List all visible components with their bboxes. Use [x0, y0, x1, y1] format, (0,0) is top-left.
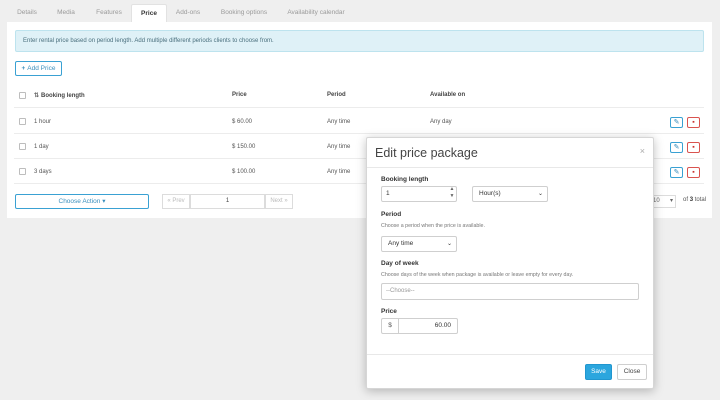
row-checkbox[interactable] [19, 168, 26, 175]
tab-booking-options[interactable]: Booking options [212, 4, 276, 22]
edit-row-button[interactable]: ✎ [670, 142, 683, 153]
booking-length-input[interactable]: 1 [381, 186, 457, 202]
modal-header-divider [367, 167, 653, 168]
chevron-down-icon: ⌄ [446, 241, 452, 247]
day-of-week-select[interactable]: --Choose-- [381, 283, 639, 300]
row-booking-length: 1 day [34, 144, 49, 150]
header-period: Period [327, 92, 346, 98]
row-available-on: Any day [430, 119, 452, 125]
row-period: Any time [327, 169, 351, 175]
select-all-checkbox[interactable] [19, 92, 26, 99]
chevron-down-icon: ⌄ [537, 191, 543, 197]
next-page-button[interactable]: Next » [265, 194, 293, 209]
unit-select[interactable]: Hour(s) ⌄ [472, 186, 548, 202]
chevron-up-icon[interactable]: ▲ [448, 186, 456, 193]
modal-footer-divider [367, 354, 653, 355]
booking-length-label: Booking length [381, 176, 429, 183]
sort-icon: ⇅ [34, 93, 40, 99]
day-of-week-label: Day of week [381, 260, 419, 267]
header-price: Price [232, 92, 247, 98]
day-of-week-help: Choose days of the week when package is … [381, 272, 574, 278]
delete-row-button[interactable]: ▪ [687, 117, 700, 128]
row-checkbox[interactable] [19, 143, 26, 150]
add-price-label: Add Price [27, 65, 56, 72]
edit-row-button[interactable]: ✎ [670, 167, 683, 178]
tab-features[interactable]: Features [86, 4, 132, 22]
pencil-icon: ✎ [673, 144, 680, 151]
period-label: Period [381, 211, 402, 218]
trash-icon: ▪ [692, 144, 695, 151]
add-price-button[interactable]: + Add Price [15, 61, 62, 76]
prev-page-button[interactable]: « Prev [162, 194, 190, 209]
caret-down-icon: ▾ [102, 198, 106, 205]
modal-title: Edit price package [375, 146, 478, 160]
chevron-down-icon[interactable]: ▼ [448, 193, 456, 200]
delete-row-button[interactable]: ▪ [687, 142, 700, 153]
tab-availability-calendar[interactable]: Availability calendar [280, 4, 352, 22]
row-booking-length: 1 hour [34, 119, 52, 125]
price-input[interactable]: 60.00 [398, 318, 458, 334]
close-icon[interactable]: × [640, 146, 645, 156]
period-select[interactable]: Any time ⌄ [381, 236, 457, 252]
price-label: Price [381, 308, 397, 315]
edit-price-modal: Edit price package × Booking length 1 ▲ … [366, 137, 654, 389]
row-price: $ 60.00 [232, 119, 253, 125]
row-booking-length: 3 days [34, 169, 52, 175]
tab-bar: Details Media Features Price Add-ons Boo… [0, 0, 720, 22]
pencil-icon: ✎ [673, 119, 680, 126]
period-help: Choose a period when the price is availa… [381, 223, 485, 229]
info-alert: Enter rental price based on period lengt… [15, 30, 704, 52]
row-price: $ 100.00 [232, 169, 256, 175]
trash-icon: ▪ [692, 119, 695, 126]
edit-row-button[interactable]: ✎ [670, 117, 683, 128]
row-period: Any time [327, 144, 351, 150]
currency-addon: $ [381, 318, 398, 334]
pencil-icon: ✎ [673, 169, 680, 176]
total-count: of 3 total [683, 197, 707, 203]
tab-add-ons[interactable]: Add-ons [168, 4, 208, 22]
tab-details[interactable]: Details [8, 4, 46, 22]
row-divider [14, 133, 704, 134]
number-stepper[interactable]: ▲ ▼ [448, 186, 456, 202]
trash-icon: ▪ [692, 169, 695, 176]
row-period: Any time [327, 119, 351, 125]
header-divider [14, 107, 704, 108]
page-number-input[interactable]: 1 [190, 194, 265, 209]
delete-row-button[interactable]: ▪ [687, 167, 700, 178]
tab-media[interactable]: Media [48, 4, 84, 22]
choose-action-button[interactable]: Choose Action ▾ [15, 194, 149, 209]
row-price: $ 150.00 [232, 144, 256, 150]
row-checkbox[interactable] [19, 118, 26, 125]
plus-icon: + [21, 65, 26, 72]
header-booking-length[interactable]: ⇅ Booking length [34, 92, 85, 99]
close-button[interactable]: Close [617, 364, 647, 380]
header-available-on: Available on [430, 92, 466, 98]
caret-down-icon: ▾ [669, 198, 673, 204]
save-button[interactable]: Save [585, 364, 612, 380]
tab-price[interactable]: Price [131, 4, 167, 22]
